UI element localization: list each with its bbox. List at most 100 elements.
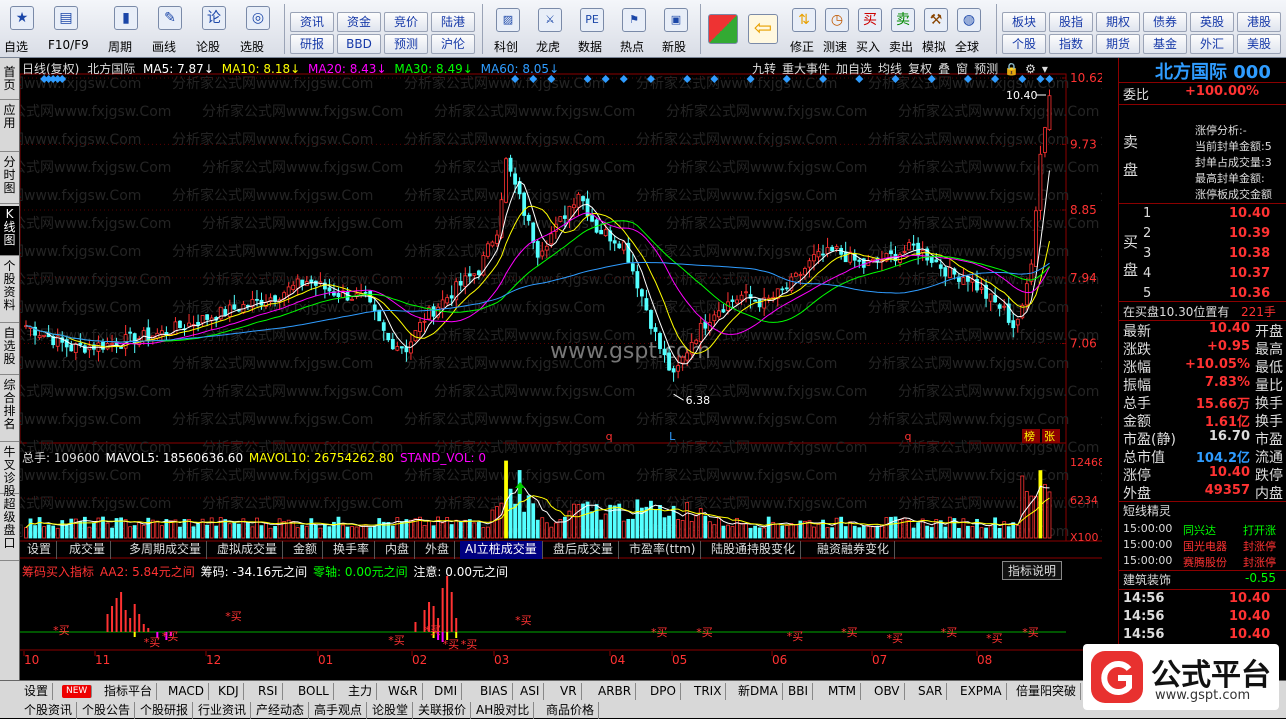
- toolbar3-5-label[interactable]: 全球: [955, 38, 979, 55]
- toolbar-5-label[interactable]: 选股: [240, 38, 264, 55]
- market-button-1-b[interactable]: 指数: [1049, 34, 1093, 54]
- quick-button-1-b[interactable]: BBD: [337, 34, 381, 54]
- toolbar-0-icon[interactable]: ★: [10, 6, 34, 30]
- market-button-3-a[interactable]: 债券: [1143, 12, 1187, 32]
- toolbar-0-label[interactable]: 自选: [4, 38, 28, 55]
- bottom-tab-7[interactable]: 主力: [344, 683, 378, 700]
- bottom-tab-11[interactable]: ASI: [516, 683, 545, 700]
- color-grid-icon[interactable]: [708, 14, 738, 44]
- toolbar3-4-label[interactable]: 模拟: [922, 38, 946, 55]
- bottom-link-4[interactable]: 产经动态: [252, 702, 310, 719]
- volume-tab-7[interactable]: 外盘: [420, 541, 456, 559]
- volume-tab-1[interactable]: 成交量: [64, 541, 112, 559]
- bottom-tab-22[interactable]: 倍量阳突破: [1012, 683, 1082, 700]
- bottom-link-1[interactable]: 个股公告: [78, 702, 136, 719]
- leftnav-0[interactable]: 首页: [0, 64, 19, 100]
- settings-icon[interactable]: ⚙: [1025, 62, 1036, 76]
- bottom-tab-3[interactable]: MACD: [164, 683, 209, 700]
- market-button-5-b[interactable]: 美股: [1237, 34, 1281, 54]
- dropdown-icon[interactable]: ▾: [1042, 62, 1048, 76]
- bottom-tab-13[interactable]: ARBR: [594, 683, 637, 700]
- toolbar-5-icon[interactable]: ◎: [246, 6, 270, 30]
- toolbar3-0-label[interactable]: 修正: [790, 38, 814, 55]
- bottom-tab-16[interactable]: 新DMA: [734, 683, 783, 700]
- toolbar2-0-label[interactable]: 科创: [494, 38, 518, 55]
- volume-tab-0[interactable]: 设置: [22, 541, 58, 559]
- chart-tool-0[interactable]: 九转: [752, 62, 776, 76]
- quick-button-2-a[interactable]: 竞价: [384, 12, 428, 32]
- toolbar2-3-icon[interactable]: ⚑: [622, 8, 646, 32]
- chart-tool-7[interactable]: 预测: [974, 62, 998, 76]
- bottom-tab-14[interactable]: DPO: [646, 683, 681, 700]
- toolbar3-3-label[interactable]: 卖出: [889, 38, 913, 55]
- volume-tab-12[interactable]: 融资融券变化: [812, 541, 896, 559]
- quick-button-0-b[interactable]: 研报: [290, 34, 334, 54]
- bottom-tab-8[interactable]: W&R: [384, 683, 423, 700]
- toolbar3-1-label[interactable]: 测速: [823, 38, 847, 55]
- toolbar3-2-label[interactable]: 买入: [856, 38, 880, 55]
- toolbar3-3-icon[interactable]: 卖: [891, 8, 915, 32]
- leftnav-1[interactable]: 应用: [0, 102, 19, 152]
- toolbar2-4-label[interactable]: 新股: [662, 38, 686, 55]
- volume-tab-2[interactable]: 多周期成交量: [124, 541, 208, 559]
- bottom-tab-12[interactable]: VR: [556, 683, 582, 700]
- flash-stock-2[interactable]: 赛腾股份: [1183, 554, 1227, 570]
- chart-tool-2[interactable]: 加自选: [836, 62, 872, 76]
- chart-tool-6[interactable]: 窗: [956, 62, 968, 76]
- toolbar-3-icon[interactable]: ✎: [158, 6, 182, 30]
- back-arrow-icon[interactable]: ⇦: [748, 14, 778, 44]
- market-button-0-a[interactable]: 板块: [1002, 12, 1046, 32]
- market-button-4-a[interactable]: 英股: [1190, 12, 1234, 32]
- toolbar3-1-icon[interactable]: ◷: [825, 8, 849, 32]
- volume-tab-11[interactable]: 陆股通持股变化: [706, 541, 802, 559]
- market-button-4-b[interactable]: 外汇: [1190, 34, 1234, 54]
- quick-button-3-b[interactable]: 沪伦: [431, 34, 475, 54]
- bottom-link-3[interactable]: 行业资讯: [194, 702, 252, 719]
- leftnav-6[interactable]: 综合排名: [0, 377, 19, 442]
- toolbar2-2-label[interactable]: 数据: [578, 38, 602, 55]
- flash-stock-1[interactable]: 国光电器: [1183, 538, 1227, 554]
- bottom-link-9[interactable]: 商品价格: [542, 702, 600, 719]
- bottom-link-0[interactable]: 个股资讯: [20, 702, 78, 719]
- toolbar-1-icon[interactable]: ▤: [54, 6, 78, 30]
- bottom-link-6[interactable]: 论股堂: [368, 702, 414, 719]
- volume-tab-5[interactable]: 换手率: [328, 541, 376, 559]
- toolbar2-4-icon[interactable]: ▣: [664, 8, 688, 32]
- bottom-tab-15[interactable]: TRIX: [690, 683, 727, 700]
- toolbar2-0-icon[interactable]: ▨: [496, 8, 520, 32]
- chart-tool-4[interactable]: 复权: [908, 62, 932, 76]
- bottom-tab-17[interactable]: BBI: [784, 683, 814, 700]
- volume-tab-4[interactable]: 金额: [288, 541, 324, 559]
- leftnav-4[interactable]: 个股资料: [0, 258, 19, 323]
- toolbar3-4-icon[interactable]: ⚒: [924, 8, 948, 32]
- market-button-2-b[interactable]: 期货: [1096, 34, 1140, 54]
- quick-button-3-a[interactable]: 陆港: [431, 12, 475, 32]
- toolbar3-2-icon[interactable]: 买: [858, 8, 882, 32]
- toolbar3-5-icon[interactable]: ◍: [957, 8, 981, 32]
- kline-svg[interactable]: 分析家公式网www.fxjgsw.Com分析家公式网www.fxjgsw.Com…: [20, 58, 1102, 680]
- leftnav-8[interactable]: 超级盘口: [0, 496, 19, 561]
- quick-button-1-a[interactable]: 资金: [337, 12, 381, 32]
- market-button-2-a[interactable]: 期权: [1096, 12, 1140, 32]
- bottom-tab-5[interactable]: RSI: [254, 683, 283, 700]
- kline-chart-area[interactable]: 分析家公式网www.fxjgsw.Com分析家公式网www.fxjgsw.Com…: [20, 58, 1102, 680]
- bottom-tab-1[interactable]: NEW: [62, 685, 93, 698]
- bottom-tab-18[interactable]: MTM: [824, 683, 862, 700]
- leftnav-3[interactable]: K线图: [0, 206, 19, 256]
- toolbar-2-icon[interactable]: ▮: [114, 6, 138, 30]
- quick-button-2-b[interactable]: 预测: [384, 34, 428, 54]
- volume-tab-6[interactable]: 内盘: [380, 541, 416, 559]
- bottom-tab-2[interactable]: 指标平台: [100, 683, 158, 700]
- volume-tab-3[interactable]: 虚拟成交量: [212, 541, 284, 559]
- leftnav-7[interactable]: 牛叉诊股: [0, 444, 19, 498]
- bottom-tab-4[interactable]: KDJ: [214, 683, 244, 700]
- leftnav-5[interactable]: 自选股: [0, 325, 19, 375]
- quick-button-0-a[interactable]: 资讯: [290, 12, 334, 32]
- bottom-link-8[interactable]: AH股对比: [472, 702, 535, 719]
- bottom-tab-19[interactable]: OBV: [870, 683, 905, 700]
- toolbar-1-label[interactable]: F10/F9: [48, 38, 89, 52]
- toolbar2-1-label[interactable]: 龙虎: [536, 38, 560, 55]
- market-button-5-a[interactable]: 港股: [1237, 12, 1281, 32]
- toolbar2-1-icon[interactable]: ⚔: [538, 8, 562, 32]
- volume-tab-10[interactable]: 市盈率(ttm): [624, 541, 702, 559]
